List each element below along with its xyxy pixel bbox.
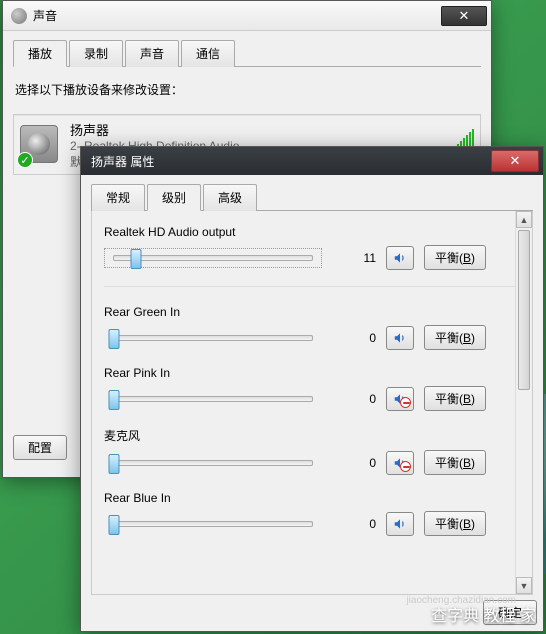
tab-sounds[interactable]: 声音 bbox=[125, 40, 179, 67]
sound-tabstrip: 播放 录制 声音 通信 bbox=[13, 39, 481, 67]
scrollbar[interactable]: ▲ ▼ bbox=[515, 211, 532, 594]
properties-window-title: 扬声器 属性 bbox=[91, 153, 154, 170]
tab-communications[interactable]: 通信 bbox=[181, 40, 235, 67]
device-icon-wrap: ✓ bbox=[20, 125, 60, 165]
speaker-properties-window: 扬声器 属性 ✕ 常规 级别 高级 ▲ ▼ Realtek HD Audio o… bbox=[80, 146, 544, 632]
scroll-up-button[interactable]: ▲ bbox=[516, 211, 532, 228]
slider-value: 0 bbox=[332, 517, 376, 531]
tab-advanced[interactable]: 高级 bbox=[203, 184, 257, 211]
scroll-thumb[interactable] bbox=[518, 230, 530, 390]
speaker-app-icon bbox=[11, 8, 27, 24]
scroll-down-button[interactable]: ▼ bbox=[516, 577, 532, 594]
balance-button[interactable]: 平衡(B) bbox=[424, 325, 486, 350]
volume-slider[interactable] bbox=[113, 396, 313, 402]
close-button[interactable]: ✕ bbox=[441, 6, 487, 26]
configure-button[interactable]: 配置 bbox=[13, 435, 67, 460]
slider-group: 麦克风 0 平衡(B) bbox=[104, 427, 520, 475]
slider-group: Rear Pink In 0 平衡(B) bbox=[104, 366, 520, 411]
slider-value: 0 bbox=[332, 392, 376, 406]
slider-group: Rear Green In 0 平衡(B) bbox=[104, 305, 520, 350]
balance-button[interactable]: 平衡(B) bbox=[424, 511, 486, 536]
default-check-icon: ✓ bbox=[17, 152, 33, 168]
volume-slider[interactable] bbox=[113, 521, 313, 527]
properties-tabstrip: 常规 级别 高级 bbox=[91, 183, 533, 211]
balance-button[interactable]: 平衡(B) bbox=[424, 450, 486, 475]
slider-group: Rear Blue In 0 平衡(B) bbox=[104, 491, 520, 536]
slider-thumb[interactable] bbox=[109, 390, 120, 410]
tab-recording[interactable]: 录制 bbox=[69, 40, 123, 67]
slider-value: 0 bbox=[332, 331, 376, 345]
slider-value: 11 bbox=[332, 251, 376, 265]
slider-value: 0 bbox=[332, 456, 376, 470]
ok-button[interactable]: 确定 bbox=[483, 600, 537, 625]
tab-playback[interactable]: 播放 bbox=[13, 40, 67, 67]
volume-slider[interactable] bbox=[113, 255, 313, 261]
volume-slider[interactable] bbox=[113, 335, 313, 341]
separator bbox=[104, 286, 520, 287]
properties-titlebar[interactable]: 扬声器 属性 ✕ bbox=[81, 147, 543, 175]
slider-label: Realtek HD Audio output bbox=[104, 225, 520, 239]
mute-button[interactable] bbox=[386, 326, 414, 350]
mute-button[interactable] bbox=[386, 246, 414, 270]
balance-button[interactable]: 平衡(B) bbox=[424, 386, 486, 411]
mute-button[interactable] bbox=[386, 387, 414, 411]
sound-window-title: 声音 bbox=[33, 7, 57, 24]
slider-label: Rear Blue In bbox=[104, 491, 520, 505]
properties-content: 常规 级别 高级 ▲ ▼ Realtek HD Audio output 11 平衡… bbox=[81, 175, 543, 631]
mute-button[interactable] bbox=[386, 451, 414, 475]
slider-group: Realtek HD Audio output 11 平衡(B) bbox=[104, 225, 520, 270]
slider-label: Rear Green In bbox=[104, 305, 520, 319]
device-name: 扬声器 bbox=[70, 120, 239, 139]
mute-button[interactable] bbox=[386, 512, 414, 536]
instruction-text: 选择以下播放设备来修改设置： bbox=[15, 81, 481, 98]
slider-label: 麦克风 bbox=[104, 427, 520, 444]
sound-titlebar[interactable]: 声音 ✕ bbox=[3, 1, 491, 31]
tab-levels[interactable]: 级别 bbox=[147, 184, 201, 211]
tab-general[interactable]: 常规 bbox=[91, 184, 145, 211]
volume-slider[interactable] bbox=[113, 460, 313, 466]
slider-thumb[interactable] bbox=[109, 329, 120, 349]
slider-thumb[interactable] bbox=[109, 515, 120, 535]
slider-label: Rear Pink In bbox=[104, 366, 520, 380]
slider-thumb[interactable] bbox=[109, 454, 120, 474]
balance-button[interactable]: 平衡(B) bbox=[424, 245, 486, 270]
close-button[interactable]: ✕ bbox=[491, 150, 539, 172]
slider-thumb[interactable] bbox=[130, 249, 141, 269]
levels-pane: ▲ ▼ Realtek HD Audio output11平衡(B)Rear G… bbox=[91, 211, 533, 595]
